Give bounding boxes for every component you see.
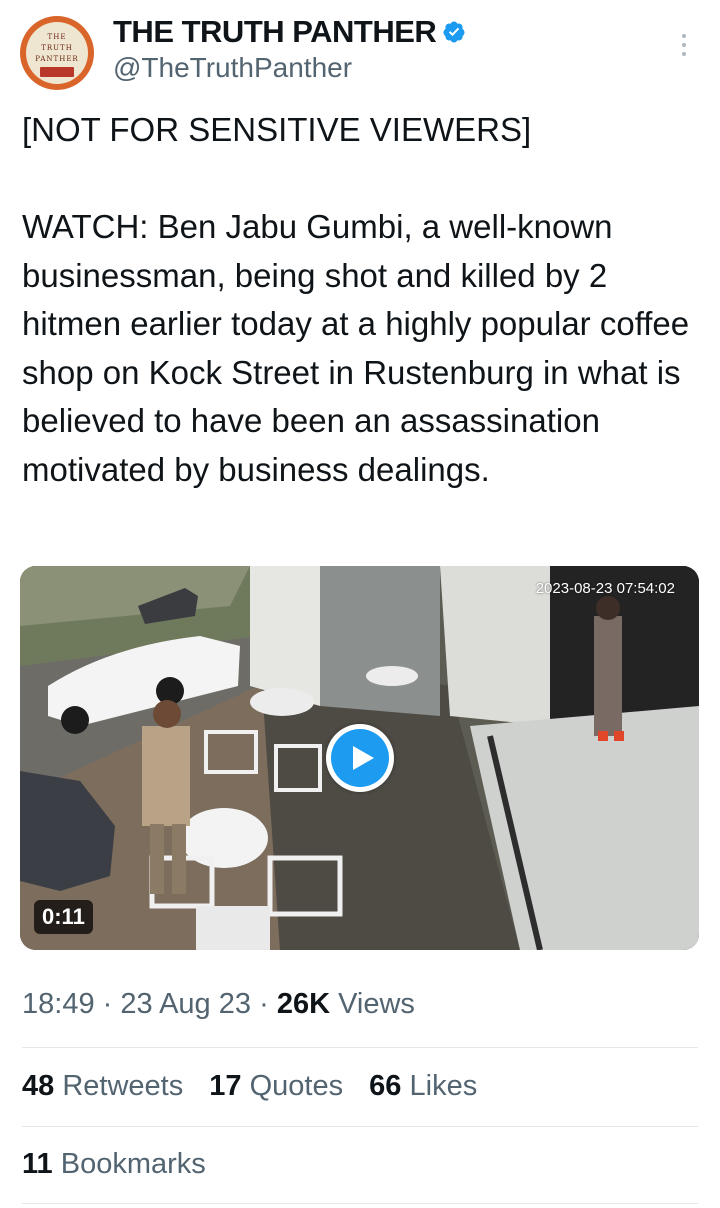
play-icon [353, 746, 374, 770]
tweet-date[interactable]: 23 Aug 23 [120, 988, 251, 1020]
tweet-paragraph: WATCH: Ben Jabu Gumbi, a well-known busi… [22, 208, 690, 488]
tweet-meta: 18:49 · 23 Aug 23 · 26K Views [22, 988, 415, 1021]
avatar-logo-line: PANTHER [35, 55, 79, 63]
bookmarks-count: 11 [22, 1148, 53, 1180]
meta-separator: · [259, 988, 269, 1020]
cctv-timestamp: 2023-08-23 07:54:02 [535, 580, 675, 597]
quotes-count: 17 [209, 1070, 242, 1102]
avatar-logo: THE TRUTH PANTHER [26, 22, 88, 84]
quotes-stat[interactable]: 17 Quotes [209, 1070, 351, 1102]
retweets-count: 48 [22, 1070, 55, 1102]
quotes-label: Quotes [249, 1070, 344, 1102]
play-button[interactable] [326, 724, 394, 792]
author-display-name[interactable]: THE TRUTH PANTHER [113, 14, 437, 50]
divider [22, 1126, 698, 1127]
avatar-logo-line: THE [47, 33, 67, 41]
tweet-time[interactable]: 18:49 [22, 988, 95, 1020]
video-media[interactable]: 2023-08-23 07:54:02 0:11 [20, 566, 699, 950]
bookmarks-label: Bookmarks [60, 1148, 206, 1180]
avatar-seal [40, 67, 74, 77]
views-label: Views [338, 988, 415, 1020]
author-avatar[interactable]: THE TRUTH PANTHER [20, 16, 94, 90]
video-duration-badge: 0:11 [34, 900, 93, 934]
retweets-label: Retweets [62, 1070, 184, 1102]
likes-count: 66 [369, 1070, 402, 1102]
play-button-circle [331, 729, 389, 787]
bookmarks-stat[interactable]: 11 Bookmarks [22, 1148, 206, 1181]
verified-badge-icon [443, 21, 465, 43]
likes-label: Likes [409, 1070, 478, 1102]
divider [22, 1047, 698, 1048]
author-handle[interactable]: @TheTruthPanther [113, 52, 352, 84]
likes-stat[interactable]: 66 Likes [369, 1070, 477, 1102]
retweets-stat[interactable]: 48 Retweets [22, 1070, 191, 1102]
avatar-logo-line: TRUTH [41, 44, 73, 52]
views-count: 26K [276, 988, 331, 1020]
meta-separator: · [102, 988, 113, 1020]
more-vertical-icon[interactable] [672, 30, 696, 62]
tweet-text: [NOT FOR SENSITIVE VIEWERS] WATCH: Ben J… [22, 106, 702, 494]
tweet-paragraph: [NOT FOR SENSITIVE VIEWERS] [22, 111, 532, 148]
engagement-stats: 48 Retweets 17 Quotes 66 Likes [22, 1070, 495, 1103]
divider [22, 1203, 698, 1204]
